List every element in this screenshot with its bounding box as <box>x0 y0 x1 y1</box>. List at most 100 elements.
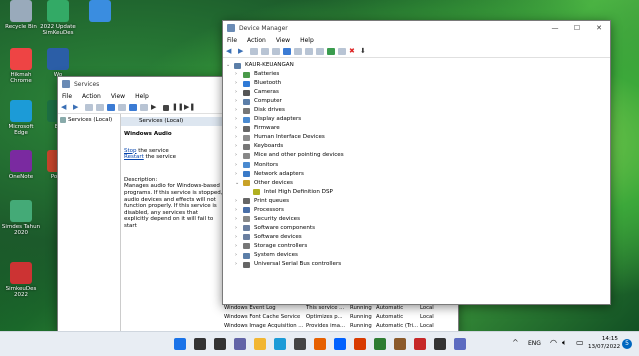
restart-service-link[interactable]: Restart <box>124 154 144 160</box>
chevron-right-icon[interactable]: › <box>235 115 243 124</box>
chevron-down-icon[interactable]: ⌄ <box>235 179 243 188</box>
dm-help-icon[interactable] <box>283 48 291 55</box>
chevron-right-icon[interactable]: › <box>235 106 243 115</box>
chevron-right-icon[interactable]: › <box>235 142 243 151</box>
app-icon[interactable] <box>374 338 386 350</box>
office-icon[interactable] <box>354 338 366 350</box>
chevron-right-icon[interactable]: › <box>235 124 243 133</box>
device-category[interactable]: › Cameras <box>235 88 344 97</box>
chevron-right-icon[interactable]: › <box>235 224 243 233</box>
search-icon[interactable] <box>194 338 206 350</box>
service-row[interactable]: Windows Image Acquisition ... Provides im… <box>224 321 457 330</box>
edge-icon[interactable] <box>274 338 286 350</box>
desktop-icon[interactable]: Microsoft Edge <box>1 100 41 136</box>
chat-icon[interactable] <box>234 338 246 350</box>
chevron-down-icon[interactable]: ⌄ <box>226 61 234 70</box>
export-icon[interactable] <box>118 104 126 111</box>
dm-monitor-icon[interactable] <box>316 48 324 55</box>
tray-overflow-icon[interactable]: ^ <box>512 338 519 347</box>
wifi-icon[interactable]: ◠ <box>550 338 557 347</box>
play-icon[interactable]: ▶ <box>151 104 160 111</box>
desktop-icon[interactable]: OneNote <box>1 150 41 180</box>
dm-list-icon[interactable] <box>272 48 280 55</box>
chevron-right-icon[interactable]: › <box>235 88 243 97</box>
device-category[interactable]: › Monitors <box>235 161 344 170</box>
help-icon[interactable] <box>129 104 137 111</box>
menu-file[interactable]: File <box>62 93 72 100</box>
app-icon[interactable] <box>414 338 426 350</box>
app-icon[interactable] <box>454 338 466 350</box>
services-local-node[interactable]: Services (Local) <box>60 117 118 123</box>
service-row[interactable]: Windows Font Cache Service Optimizes p...… <box>224 312 457 321</box>
firefox-icon[interactable] <box>314 338 326 350</box>
update-driver-icon[interactable] <box>327 48 335 55</box>
dm-forward-arrow-icon[interactable]: ▶ <box>238 48 247 55</box>
app-icon[interactable] <box>394 338 406 350</box>
device-category[interactable]: › Bluetooth <box>235 79 344 88</box>
forward-arrow-icon[interactable]: ▶ <box>73 104 82 111</box>
close-button[interactable]: ✕ <box>588 21 610 35</box>
chevron-right-icon[interactable]: › <box>235 170 243 179</box>
stop-service-link[interactable]: Stop <box>124 148 137 154</box>
chevron-right-icon[interactable]: › <box>235 161 243 170</box>
chevron-right-icon[interactable]: › <box>235 97 243 106</box>
chevron-right-icon[interactable]: › <box>235 79 243 88</box>
device-category[interactable]: › System devices <box>235 251 344 260</box>
restart-icon[interactable]: ▶❚ <box>184 104 195 111</box>
desktop-icon[interactable]: Wo <box>38 48 78 78</box>
dm-menu-file[interactable]: File <box>227 37 237 44</box>
device-category[interactable]: › Keyboards <box>235 142 344 151</box>
dm-view-icon[interactable] <box>294 48 302 55</box>
start-icon[interactable] <box>174 338 186 350</box>
minimize-button[interactable]: — <box>544 21 566 35</box>
battery-icon[interactable]: ▭ <box>576 338 584 347</box>
device-category[interactable]: › Processors <box>235 206 344 215</box>
language-indicator[interactable]: ENG <box>528 340 541 347</box>
chevron-right-icon[interactable]: › <box>235 215 243 224</box>
properties-icon[interactable] <box>96 104 104 111</box>
device-category[interactable]: › Firmware <box>235 124 344 133</box>
dropbox-icon[interactable] <box>334 338 346 350</box>
device-category[interactable]: › Print queues <box>235 197 344 206</box>
file-explorer-icon[interactable] <box>254 338 266 350</box>
device-category[interactable]: › Mice and other pointing devices <box>235 151 344 160</box>
uninstall-x-icon[interactable]: ✖ <box>349 48 357 55</box>
chevron-right-icon[interactable]: › <box>235 233 243 242</box>
chevron-right-icon[interactable]: › <box>235 260 243 269</box>
desktop-icon[interactable]: Recycle Bin <box>1 0 41 30</box>
console-tree-icon[interactable] <box>85 104 93 111</box>
device-category[interactable]: › Software components <box>235 224 344 233</box>
chevron-right-icon[interactable]: › <box>235 197 243 206</box>
chevron-right-icon[interactable]: › <box>235 242 243 251</box>
desktop-icon[interactable]: Simdes Tahun 2020 <box>1 200 41 236</box>
desktop-icon[interactable] <box>80 0 120 24</box>
back-arrow-icon[interactable]: ◀ <box>61 104 70 111</box>
desktop-icon[interactable]: 2022 Update SimKeuDes <box>38 0 78 36</box>
device-category[interactable]: › Display adapters <box>235 115 344 124</box>
clock[interactable]: 14:15 13/07/2022 <box>588 335 620 351</box>
device-category[interactable]: › Universal Serial Bus controllers <box>235 260 344 269</box>
download-icon[interactable]: ⬇ <box>360 48 369 55</box>
device-category[interactable]: Intel High Definition DSP <box>245 188 344 197</box>
device-category[interactable]: › Disk drives <box>235 106 344 115</box>
maximize-button[interactable]: ☐ <box>566 21 588 35</box>
app-icon[interactable] <box>434 338 446 350</box>
desktop-icon[interactable]: SimkeuDes 2022 <box>1 262 41 298</box>
dm-show-hide-tree-icon[interactable] <box>250 48 258 55</box>
menu-view[interactable]: View <box>111 93 125 100</box>
device-category[interactable]: ⌄ Other devices <box>235 179 344 188</box>
stop-icon[interactable] <box>163 104 169 111</box>
chevron-right-icon[interactable]: › <box>235 151 243 160</box>
notification-badge[interactable]: 5 <box>622 339 632 349</box>
device-category[interactable]: › Security devices <box>235 215 344 224</box>
devmgr-titlebar[interactable]: Device Manager — ☐ ✕ <box>223 21 610 35</box>
device-category[interactable]: › Network adapters <box>235 170 344 179</box>
device-category[interactable]: › Computer <box>235 97 344 106</box>
dm-menu-action[interactable]: Action <box>247 37 266 44</box>
chevron-right-icon[interactable]: › <box>235 251 243 260</box>
device-category[interactable]: › Storage controllers <box>235 242 344 251</box>
chevron-right-icon[interactable]: › <box>235 70 243 79</box>
chevron-right-icon[interactable]: › <box>235 206 243 215</box>
refresh-icon[interactable] <box>107 104 115 111</box>
device-category[interactable]: › Software devices <box>235 233 344 242</box>
